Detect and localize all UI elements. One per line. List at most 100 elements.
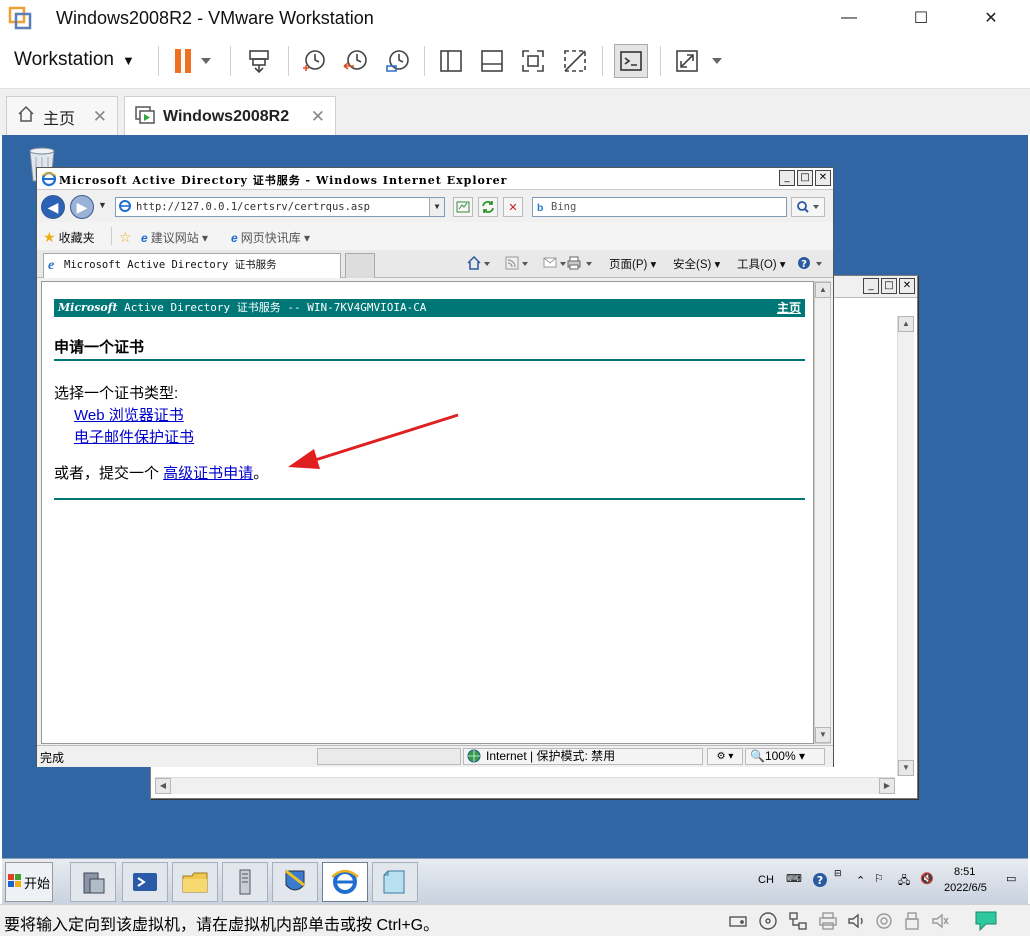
advanced-cert-request-link[interactable]: 高级证书申请 <box>163 465 253 482</box>
sound-icon[interactable] <box>846 911 866 931</box>
refresh-icon[interactable] <box>478 197 498 217</box>
snapshot-icon[interactable] <box>298 46 328 76</box>
ie-page-content[interactable]: Microsoft Active Directory 证书服务 -- WIN-7… <box>41 281 814 744</box>
clock-time[interactable]: 8:51 <box>954 866 975 878</box>
start-button[interactable]: 开始 <box>5 862 53 902</box>
show-hidden-icons[interactable]: ⌃ <box>856 874 865 887</box>
guest-desktop[interactable]: _ □ ✕ ▲ ▼ ◀ ▶ Microsoft Active Directory… <box>2 135 1028 858</box>
popup-blocker-icon[interactable]: ⚙ ▾ <box>707 748 743 765</box>
compatibility-view-icon[interactable] <box>453 197 473 217</box>
page-menu[interactable]: 页面(P) ▾ <box>609 256 656 272</box>
show-thumbnail-bar-icon[interactable] <box>477 46 507 76</box>
back-button[interactable]: ◀ <box>41 195 65 219</box>
favorites-label: 收藏夹 <box>58 231 95 245</box>
status-message: 要将输入定向到该虚拟机，请在虚拟机内部单击或按 Ctrl+G。 <box>4 917 440 934</box>
web-browser-cert-link[interactable]: Web 浏览器证书 <box>74 404 184 425</box>
home-link[interactable]: 主页 <box>777 299 801 317</box>
scroll-up-icon[interactable]: ▲ <box>815 282 831 298</box>
close-button[interactable]: ✕ <box>968 4 1014 32</box>
show-library-icon[interactable] <box>436 46 466 76</box>
close-icon[interactable]: ✕ <box>815 170 831 186</box>
powershell-icon[interactable] <box>122 862 168 902</box>
print-icon[interactable] <box>567 256 595 273</box>
tools-icon[interactable] <box>222 862 268 902</box>
web-slice-gallery-link[interactable]: e 网页快讯库 ▾ <box>231 229 310 246</box>
language-indicator[interactable]: CH <box>758 874 774 886</box>
feeds-icon[interactable] <box>505 256 529 273</box>
network-adapter-icon[interactable] <box>788 911 808 931</box>
forward-button[interactable]: ▶ <box>70 195 94 219</box>
ie-tab-active[interactable]: e Microsoft Active Directory 证书服务 <box>43 253 341 278</box>
minimize-button[interactable]: — <box>826 4 872 32</box>
close-tab-icon[interactable]: ✕ <box>311 107 325 127</box>
speaker-icon[interactable] <box>930 911 950 931</box>
network-icon[interactable]: 🖧 <box>898 872 910 891</box>
cert-services-banner: Microsoft Active Directory 证书服务 -- WIN-7… <box>54 299 805 317</box>
workstation-menu[interactable]: Workstation ▼ <box>14 49 135 71</box>
suggested-sites-link[interactable]: e 建议网站 ▾ <box>141 229 208 246</box>
explorer-icon[interactable] <box>172 862 218 902</box>
cd-dvd-icon[interactable] <box>758 911 778 931</box>
printer-icon[interactable] <box>818 911 838 931</box>
full-screen-icon[interactable] <box>518 46 548 76</box>
maximize-icon[interactable]: □ <box>881 278 897 294</box>
horizontal-scrollbar[interactable]: ◀ ▶ <box>155 777 895 794</box>
address-input[interactable]: http://127.0.0.1/certsrv/certrqus.asp ▼ <box>115 197 445 217</box>
revert-snapshot-icon[interactable] <box>340 46 370 76</box>
clock-date[interactable]: 2022/6/5 <box>944 882 987 894</box>
email-protection-cert-link[interactable]: 电子邮件保护证书 <box>74 426 194 447</box>
tab-windows2008r2[interactable]: Windows2008R2 ✕ <box>124 96 336 136</box>
unity-icon[interactable] <box>560 46 590 76</box>
security-zone[interactable]: Internet | 保护模式: 禁用 <box>463 748 703 765</box>
server-manager-icon[interactable] <box>70 862 116 902</box>
internet-explorer-icon[interactable] <box>322 862 368 902</box>
favorites-button[interactable]: ★ 收藏夹 <box>43 229 95 246</box>
tools-menu[interactable]: 工具(O) ▾ <box>737 256 786 272</box>
safety-menu[interactable]: 安全(S) ▾ <box>673 256 720 272</box>
help-icon[interactable]: ? <box>797 256 825 273</box>
ie-window[interactable]: Microsoft Active Directory 证书服务 - Window… <box>36 167 834 767</box>
scroll-down-icon[interactable]: ▼ <box>815 727 831 743</box>
add-favorite-icon[interactable]: ☆ <box>119 229 132 246</box>
scroll-down-icon[interactable]: ▼ <box>898 760 914 776</box>
ie-status-bar: 完成 Internet | 保护模式: 禁用 ⚙ ▾ 🔍100% ▾ <box>37 745 833 767</box>
close-tab-icon[interactable]: ✕ <box>93 107 107 127</box>
volume-muted-icon[interactable]: 🔇 <box>920 872 934 885</box>
action-center-icon[interactable]: ⚐ <box>874 872 884 885</box>
scroll-up-icon[interactable]: ▲ <box>898 316 914 332</box>
stop-icon[interactable]: ✕ <box>503 197 523 217</box>
maximize-icon[interactable]: □ <box>797 170 813 186</box>
pause-button[interactable] <box>168 46 214 76</box>
vertical-scrollbar[interactable]: ▲ ▼ <box>897 316 914 776</box>
camera-icon[interactable] <box>874 911 894 931</box>
help-icon[interactable]: ? <box>812 872 828 891</box>
new-tab-button[interactable] <box>345 253 375 278</box>
close-icon[interactable]: ✕ <box>899 278 915 294</box>
show-desktop-icon[interactable]: ▭ <box>1006 872 1016 885</box>
tab-home[interactable]: 主页 ✕ <box>6 96 118 136</box>
send-ctrl-alt-del-icon[interactable] <box>244 46 274 76</box>
hard-disk-icon[interactable] <box>728 911 748 931</box>
notepad-icon[interactable] <box>372 862 418 902</box>
scroll-right-icon[interactable]: ▶ <box>879 778 895 794</box>
search-button[interactable] <box>791 197 825 217</box>
address-dropdown-icon[interactable]: ▼ <box>429 198 444 216</box>
minimize-icon[interactable]: _ <box>779 170 795 186</box>
keyboard-icon[interactable]: ⌨ <box>786 872 802 885</box>
history-dropdown-icon[interactable]: ▼ <box>98 200 107 210</box>
snapshot-manager-icon[interactable] <box>382 46 412 76</box>
usb-icon[interactable] <box>902 911 922 931</box>
mail-icon[interactable] <box>543 256 567 273</box>
options-icon[interactable]: ⊟ <box>834 868 842 879</box>
home-icon[interactable] <box>467 255 491 273</box>
certsrv-icon[interactable] <box>272 862 318 902</box>
zoom-control[interactable]: 🔍100% ▾ <box>745 748 825 765</box>
minimize-icon[interactable]: _ <box>863 278 879 294</box>
console-view-icon[interactable] <box>614 44 648 78</box>
message-log-icon[interactable] <box>974 910 998 932</box>
maximize-button[interactable]: ☐ <box>898 4 944 32</box>
stretch-guest-icon[interactable] <box>672 46 726 76</box>
scroll-left-icon[interactable]: ◀ <box>155 778 171 794</box>
search-input[interactable]: b Bing <box>532 197 787 217</box>
ie-vertical-scrollbar[interactable]: ▲ ▼ <box>814 281 831 744</box>
